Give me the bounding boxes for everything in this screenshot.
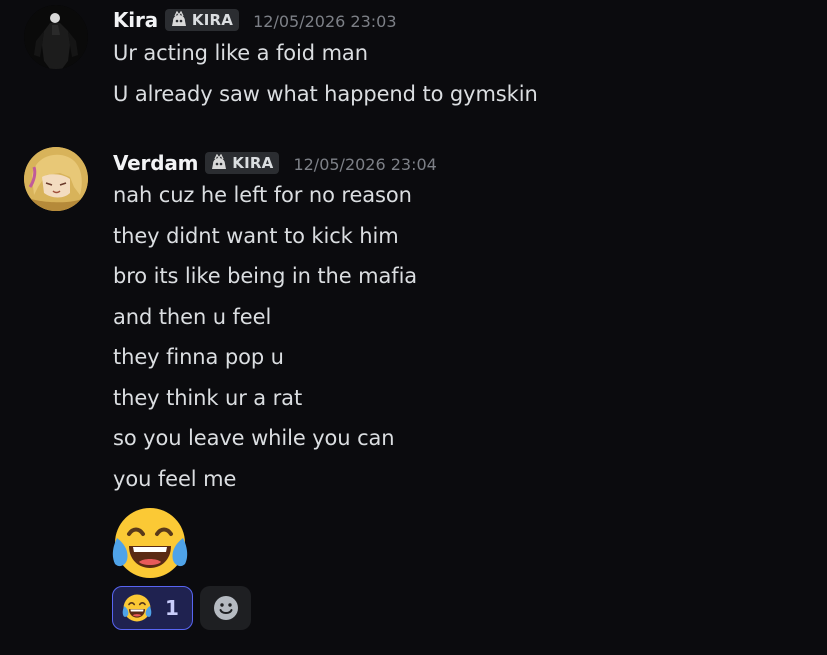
- message-header: Kira KIRA 12/05/2026 23:03: [113, 6, 397, 34]
- message-line: U already saw what happend to gymskin: [113, 82, 538, 106]
- avatar-kira-image: [24, 5, 88, 69]
- timestamp: 12/05/2026 23:04: [293, 154, 437, 174]
- joy-emoji-icon: [122, 594, 152, 622]
- timestamp: 12/05/2026 23:03: [253, 11, 397, 31]
- server-tag-label: KIRA: [232, 154, 274, 172]
- message-line: they think ur a rat: [113, 386, 303, 410]
- smiley-add-reaction-icon: [213, 596, 238, 620]
- server-tag[interactable]: KIRA: [164, 9, 240, 31]
- server-tag-label: KIRA: [191, 11, 234, 29]
- add-reaction-button[interactable]: [200, 586, 251, 630]
- message-line: and then u feel: [113, 305, 272, 329]
- joy-emoji-icon: [112, 508, 188, 578]
- message-line: nah cuz he left for no reason: [113, 183, 412, 207]
- message-line: they didnt want to kick him: [113, 224, 399, 248]
- avatar-verdam[interactable]: [24, 147, 88, 211]
- chat-log: Kira KIRA 12/05/2026 23:03 Ur acting lik…: [0, 0, 827, 655]
- message-line: they finna pop u: [113, 345, 284, 369]
- message-line: so you leave while you can: [113, 426, 395, 450]
- message-header: Verdam KIRA 12/05/2026 23:04: [113, 149, 437, 177]
- server-tag-icon: [171, 11, 186, 26]
- reaction-joy[interactable]: 1: [112, 586, 193, 630]
- reactions-bar: 1: [112, 586, 251, 630]
- message-line: bro its like being in the mafia: [113, 264, 418, 288]
- username[interactable]: Verdam: [113, 151, 198, 175]
- message-line: Ur acting like a foid man: [113, 41, 368, 65]
- server-tag-icon: [212, 154, 227, 169]
- reaction-count: 1: [165, 596, 179, 620]
- server-tag[interactable]: KIRA: [205, 152, 280, 174]
- username[interactable]: Kira: [113, 8, 158, 32]
- avatar-verdam-image: [24, 147, 88, 211]
- message-line: you feel me: [113, 467, 237, 491]
- avatar-kira[interactable]: [24, 5, 88, 69]
